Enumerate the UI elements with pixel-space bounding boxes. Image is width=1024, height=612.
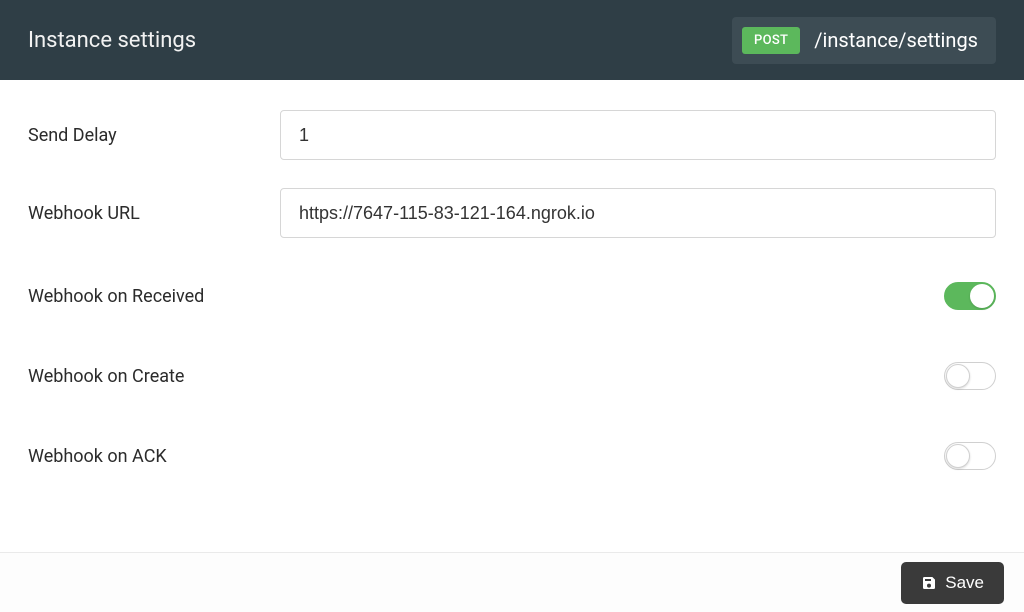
label-send-delay: Send Delay (28, 125, 280, 146)
row-webhook-on-create: Webhook on Create (28, 346, 996, 406)
toggle-webhook-on-ack[interactable] (944, 442, 996, 470)
page-title: Instance settings (28, 28, 196, 53)
row-webhook-on-ack: Webhook on ACK (28, 426, 996, 486)
send-delay-input[interactable] (280, 110, 996, 160)
row-webhook-url: Webhook URL (28, 188, 996, 238)
footer-bar: Save (0, 552, 1024, 612)
label-webhook-on-received: Webhook on Received (28, 286, 204, 307)
toggle-webhook-on-create[interactable] (944, 362, 996, 390)
save-button[interactable]: Save (901, 562, 1004, 604)
page-header: Instance settings POST /instance/setting… (0, 0, 1024, 80)
endpoint-path: /instance/settings (814, 28, 978, 52)
save-icon (921, 575, 937, 591)
http-method-badge: POST (742, 27, 800, 54)
toggle-webhook-on-received[interactable] (944, 282, 996, 310)
label-webhook-url: Webhook URL (28, 203, 280, 224)
settings-form: Send Delay Webhook URL Webhook on Receiv… (0, 80, 1024, 486)
webhook-url-input[interactable] (280, 188, 996, 238)
save-button-label: Save (945, 573, 984, 593)
endpoint-box: POST /instance/settings (732, 17, 996, 64)
label-webhook-on-create: Webhook on Create (28, 366, 184, 387)
row-webhook-on-received: Webhook on Received (28, 266, 996, 326)
row-send-delay: Send Delay (28, 110, 996, 160)
label-webhook-on-ack: Webhook on ACK (28, 446, 167, 467)
